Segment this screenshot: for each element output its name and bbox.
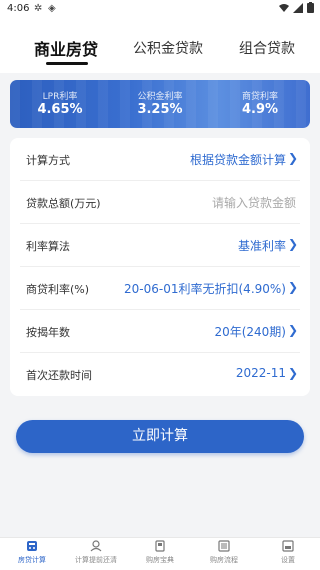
calculate-button[interactable]: 立即计算 (16, 420, 304, 453)
tab-commercial-loan[interactable]: 商业房贷 (34, 36, 98, 60)
chevron-right-icon: ❯ (287, 151, 298, 165)
loan-form: 计算方式 根据贷款金额计算 ❯ 贷款总额(万元) 请输入贷款金额 利率算法 基准… (10, 138, 310, 396)
commercial-rate-field-value: 20-06-01利率无折扣(4.90%) (124, 282, 286, 296)
tab-combined-loan[interactable]: 组合贷款 (239, 38, 295, 58)
first-payment-value: 2022-11 (235, 366, 286, 380)
tab-provident-fund-loan[interactable]: 公积金贷款 (133, 38, 203, 58)
nav-item-loan-calculator[interactable]: 房贷计算 (0, 540, 64, 570)
chevron-right-icon: ❯ (287, 323, 298, 337)
loan-amount-label: 贷款总额(万元) (26, 197, 101, 210)
status-bar: 4:06 ✲ ◈ (0, 0, 320, 18)
signal-icon (293, 2, 303, 13)
nav-label: 购房流程 (210, 556, 238, 564)
rates-banner: LPR利率 4.65% 公积金利率 3.25% 商贷利率 4.9% (10, 80, 310, 128)
nav-label: 设置 (281, 556, 295, 564)
calculator-icon (27, 541, 37, 551)
term-value: 20年(240期) (214, 325, 286, 339)
nav-item-settings[interactable]: 设置 (256, 540, 320, 570)
active-tab-indicator (46, 62, 88, 65)
commercial-rate: 商贷利率 4.9% (210, 80, 310, 128)
lpr-rate-label: LPR利率 (42, 92, 78, 102)
book-icon (155, 540, 165, 552)
calc-method-value: 根据贷款金额计算 (189, 153, 286, 167)
first-payment-label: 首次还款时间 (26, 369, 92, 382)
nav-label: 购房宝典 (146, 556, 174, 564)
commercial-rate-label: 商贷利率 (241, 92, 278, 102)
sync-status-icon: ◈ (48, 3, 56, 14)
loan-amount-input[interactable]: 请输入贷款金额 (212, 194, 296, 211)
rate-method-value: 基准利率 (237, 239, 286, 253)
settings-icon (282, 540, 294, 552)
lpr-rate: LPR利率 4.65% (10, 80, 110, 128)
lpr-rate-value: 4.65% (37, 102, 83, 117)
rate-method-row[interactable]: 利率算法 基准利率 ❯ (10, 224, 310, 267)
nav-item-purchase-process[interactable]: 购房流程 (192, 540, 256, 570)
wifi-icon (279, 3, 289, 12)
bottom-nav: 房贷计算 计算提前还清 购房宝典 购房流程 设置 (0, 537, 320, 570)
rate-method-label: 利率算法 (26, 240, 70, 253)
commercial-rate-value: 4.9% (241, 102, 279, 117)
loan-amount-row[interactable]: 贷款总额(万元) 请输入贷款金额 (10, 181, 310, 224)
commercial-rate-row[interactable]: 商贷利率(%) 20-06-01利率无折扣(4.90%) ❯ (10, 267, 310, 310)
nav-label: 房贷计算 (18, 556, 46, 564)
chevron-right-icon: ❯ (287, 237, 298, 251)
status-time: 4:06 (7, 3, 30, 14)
calc-method-row[interactable]: 计算方式 根据贷款金额计算 ❯ (10, 138, 310, 181)
chevron-right-icon: ❯ (287, 280, 298, 294)
nav-label: 计算提前还清 (75, 556, 117, 564)
provident-fund-rate-label: 公积金利率 (137, 92, 183, 102)
nav-item-early-repayment[interactable]: 计算提前还清 (64, 540, 128, 570)
nav-item-home-guide[interactable]: 购房宝典 (128, 540, 192, 570)
list-icon (218, 540, 230, 552)
settings-status-icon: ✲ (34, 3, 43, 14)
loan-type-tabs: 商业房贷 公积金贷款 组合贷款 (0, 18, 320, 73)
commercial-rate-field-label: 商贷利率(%) (26, 283, 90, 296)
chevron-right-icon: ❯ (287, 366, 298, 380)
provident-fund-rate: 公积金利率 3.25% (110, 80, 210, 128)
provident-fund-rate-value: 3.25% (137, 102, 183, 117)
battery-icon (307, 2, 314, 13)
term-label: 按揭年数 (26, 326, 70, 339)
repay-icon (90, 540, 102, 552)
term-row[interactable]: 按揭年数 20年(240期) ❯ (10, 310, 310, 353)
calc-method-label: 计算方式 (26, 154, 70, 167)
status-right-icons (279, 2, 314, 13)
first-payment-row[interactable]: 首次还款时间 2022-11 ❯ (10, 353, 310, 396)
